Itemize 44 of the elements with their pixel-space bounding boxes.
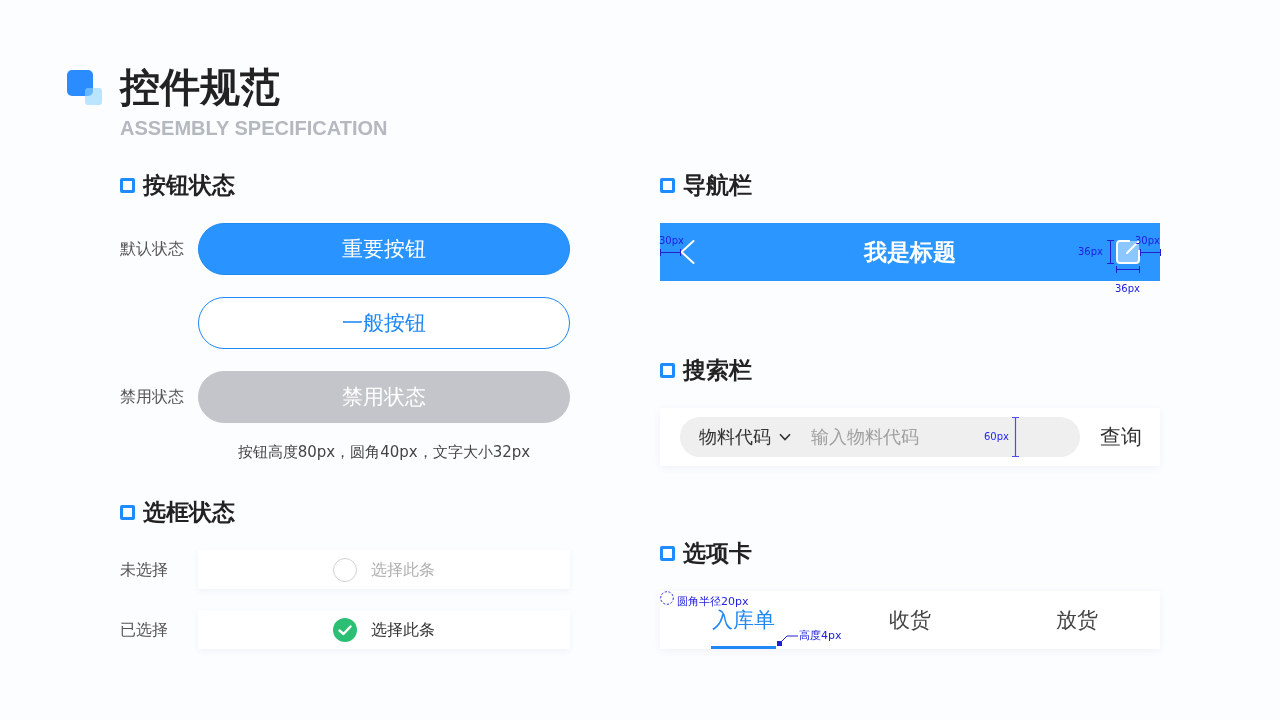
- dimension-label: 圆角半径20px: [677, 596, 749, 608]
- category-dropdown[interactable]: 物料代码: [699, 425, 791, 449]
- section-title: 选项卡: [683, 539, 752, 568]
- dimension-label: 高度4px: [799, 630, 842, 642]
- leader-line: [776, 633, 798, 647]
- dimension-label: 60px: [984, 431, 1009, 442]
- dimension-label: 36px: [1078, 246, 1103, 257]
- state-label: 已选择: [120, 618, 169, 641]
- state-label: 禁用状态: [120, 386, 185, 408]
- section-square-icon: [660, 362, 675, 378]
- state-label: 未选择: [120, 558, 169, 581]
- chevron-down-icon: [779, 433, 791, 441]
- section-title: 导航栏: [683, 171, 752, 200]
- option-label: 选择此条: [371, 618, 435, 641]
- section-square-icon: [120, 177, 135, 193]
- dimension-line: [660, 249, 681, 256]
- section-square-icon: [660, 545, 675, 561]
- search-input[interactable]: 输入物料代码: [811, 425, 971, 449]
- dimension-label: 36px: [1115, 283, 1140, 294]
- dimension-label: 30px: [1135, 235, 1160, 246]
- section-square-icon: [120, 504, 135, 520]
- tab[interactable]: 入库单: [710, 607, 776, 649]
- check-circle-icon[interactable]: [333, 617, 357, 642]
- dimension-line: [1012, 417, 1019, 457]
- logo-icon: [67, 70, 102, 105]
- search-button[interactable]: 查询: [1100, 423, 1142, 451]
- dashed-circle-icon: [660, 591, 674, 605]
- dimension-label: 30px: [659, 235, 684, 246]
- section-title: 搜索栏: [683, 356, 752, 385]
- button-spec-note: 按钮高度80px，圆角40px，文字大小32px: [236, 442, 532, 462]
- dimension-line: [1140, 249, 1161, 256]
- section-square-icon: [660, 177, 675, 193]
- state-label: 默认状态: [120, 238, 185, 260]
- section-title: 选框状态: [143, 498, 235, 527]
- option-label: 选择此条: [371, 558, 435, 581]
- page-subtitle: ASSEMBLY SPECIFICATION: [120, 116, 388, 141]
- page-title: 控件规范: [120, 63, 281, 112]
- tab[interactable]: 收货: [888, 607, 932, 649]
- nav-title: 我是标题: [864, 238, 956, 267]
- dimension-line: [1107, 240, 1114, 264]
- tab[interactable]: 放货: [1054, 607, 1099, 649]
- dimension-line: [1116, 266, 1140, 273]
- section-title: 按钮状态: [143, 171, 235, 200]
- outline-button[interactable]: 一般按钮: [198, 297, 570, 349]
